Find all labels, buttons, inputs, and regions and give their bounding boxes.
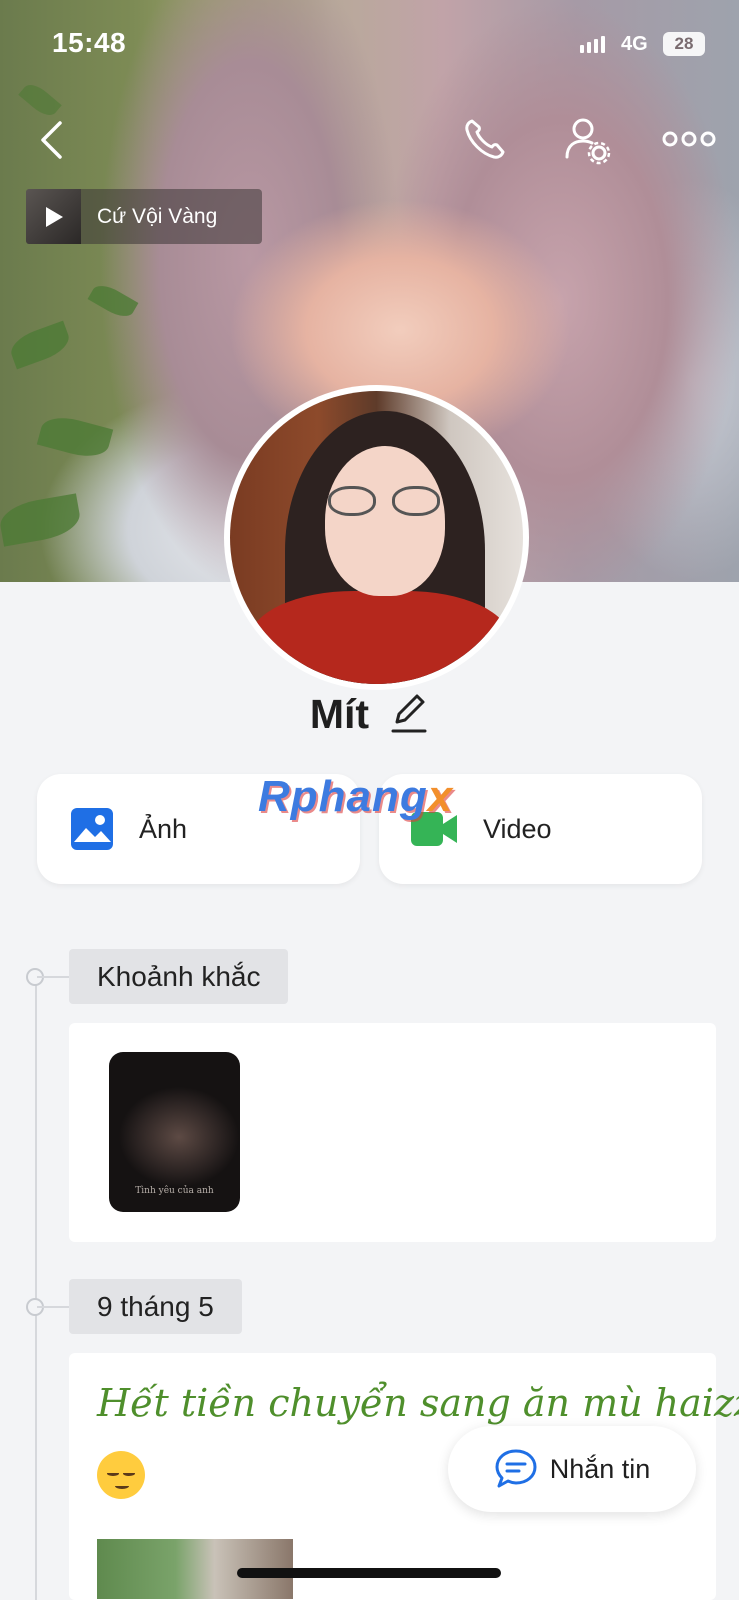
moments-card: Tình yêu của anh	[69, 1023, 716, 1242]
profile-name: Mít	[309, 691, 370, 737]
avatar-shirt	[250, 591, 510, 684]
more-dots-icon[interactable]	[662, 124, 716, 154]
network-type: 4G	[621, 33, 648, 55]
timeline-tick	[37, 976, 71, 978]
videos-label: Video	[483, 813, 552, 844]
music-title: Cứ Vội Vàng	[97, 204, 218, 228]
avatar[interactable]	[224, 385, 529, 690]
home-indicator[interactable]	[237, 1568, 501, 1578]
play-icon[interactable]	[26, 189, 81, 244]
phone-icon[interactable]	[460, 114, 510, 164]
watermark-main: Rphang	[258, 772, 428, 821]
photos-label: Ảnh	[139, 813, 188, 844]
message-button[interactable]: Nhắn tin	[448, 1426, 696, 1512]
profile-name-row: Mít	[0, 690, 739, 739]
status-bar: 15:48 4G 28	[0, 0, 739, 90]
post-text: Hết tiền chuyển sang ăn mù haizzz	[97, 1381, 739, 1425]
avatar-photo	[230, 391, 523, 684]
moment-caption: Tình yêu của anh	[135, 1186, 214, 1196]
battery-icon: 28	[663, 32, 705, 56]
user-gear-icon[interactable]	[562, 114, 612, 166]
timeline-tick	[37, 1306, 71, 1308]
chevron-left-icon[interactable]	[32, 118, 72, 162]
chat-bubble-icon	[494, 1448, 538, 1490]
moment-thumbnail[interactable]: Tình yêu của anh	[109, 1052, 240, 1212]
status-time: 15:48	[52, 27, 127, 58]
timeline-line	[35, 978, 37, 1600]
watermark-accent: x	[427, 772, 454, 821]
section-date: 9 tháng 5	[69, 1279, 242, 1334]
section-moments: Khoảnh khắc	[69, 949, 289, 1004]
cover-foliage	[6, 320, 74, 370]
signal-icon	[580, 36, 605, 53]
cover-foliage	[36, 411, 114, 463]
cover-foliage	[87, 279, 139, 323]
photo-icon	[71, 808, 113, 850]
cover-foliage	[0, 493, 83, 547]
message-label: Nhắn tin	[549, 1453, 651, 1484]
profile-music[interactable]: Cứ Vội Vàng	[26, 189, 262, 244]
avatar-glasses	[328, 486, 443, 516]
pencil-icon[interactable]	[389, 690, 429, 739]
watermark: Rphangx	[258, 772, 453, 822]
avatar-face	[325, 446, 445, 596]
relieved-face-icon	[97, 1451, 145, 1499]
